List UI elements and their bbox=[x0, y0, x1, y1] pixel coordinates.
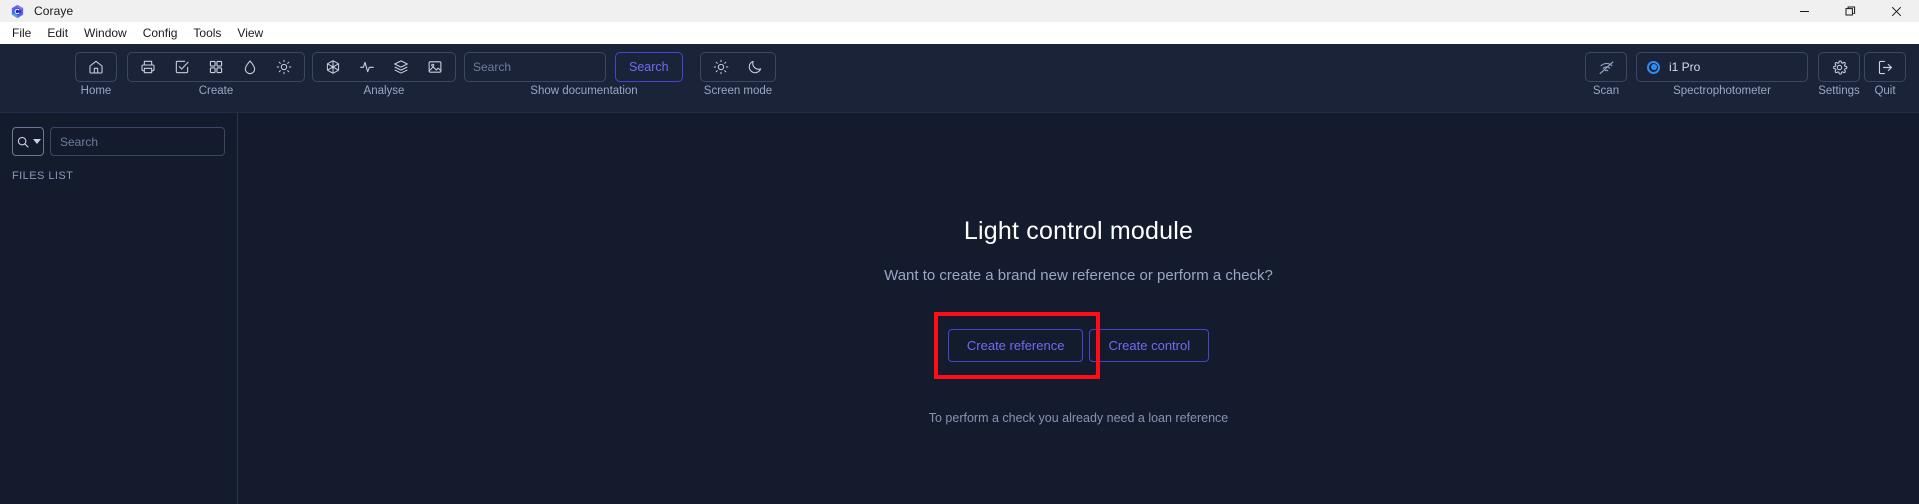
device-name: i1 Pro bbox=[1669, 60, 1701, 74]
home-group-box bbox=[75, 52, 117, 82]
toolbar-label-create: Create bbox=[198, 85, 234, 97]
sidebar-search-dropdown[interactable] bbox=[12, 127, 44, 156]
device-select[interactable]: i1 Pro bbox=[1636, 52, 1808, 82]
toolbar-group-settings: Settings bbox=[1818, 52, 1860, 97]
image-button[interactable] bbox=[418, 54, 452, 80]
toolbar-label-show-documentation: Show documentation bbox=[530, 85, 638, 97]
exit-icon[interactable] bbox=[1868, 54, 1902, 80]
gear-icon[interactable] bbox=[1822, 54, 1856, 80]
check-square-button[interactable] bbox=[165, 54, 199, 80]
create-control-button[interactable]: Create control bbox=[1089, 329, 1210, 362]
menu-item-view[interactable]: View bbox=[229, 24, 271, 42]
device-radio-icon bbox=[1647, 60, 1660, 74]
app-body: FILES LIST Light control module Want to … bbox=[0, 113, 1919, 504]
page-title: Light control module bbox=[963, 217, 1194, 245]
action-button-row: Create reference Create control bbox=[933, 312, 1210, 379]
window-title: Coraye bbox=[34, 4, 74, 18]
pulse-button[interactable] bbox=[350, 54, 384, 80]
toolbar-label-settings: Settings bbox=[1818, 85, 1860, 97]
toolbar-label-spectrophotometer: Spectrophotometer bbox=[1673, 85, 1771, 97]
create-group-box bbox=[127, 52, 305, 82]
close-icon[interactable] bbox=[1873, 0, 1919, 22]
toolbar-group-analyse: Analyse bbox=[312, 52, 456, 97]
toolbar-group-spectrophotometer: i1 Pro Spectrophotometer bbox=[1636, 52, 1808, 97]
toolbar-label-screen-mode: Screen mode bbox=[703, 85, 773, 97]
analyse-group-box bbox=[312, 52, 456, 82]
toolbar-group-create: Create bbox=[127, 52, 305, 97]
documentation-search-input[interactable] bbox=[464, 52, 606, 82]
files-list-label: FILES LIST bbox=[12, 170, 74, 182]
main-content: Light control module Want to create a br… bbox=[238, 113, 1919, 504]
main-toolbar: Home Create Analyse Search Search Show d… bbox=[0, 44, 1919, 113]
menu-item-edit[interactable]: Edit bbox=[39, 24, 76, 42]
toolbar-group-quit: Quit bbox=[1864, 52, 1906, 97]
light-mode-button[interactable] bbox=[704, 54, 738, 80]
quit-box bbox=[1864, 52, 1906, 82]
toolbar-label-quit: Quit bbox=[1874, 85, 1896, 97]
scan-disabled-icon[interactable] bbox=[1589, 54, 1623, 80]
cube-button[interactable] bbox=[316, 54, 350, 80]
search-icon bbox=[17, 136, 29, 148]
sidebar-search-input[interactable] bbox=[50, 127, 225, 156]
layers-button[interactable] bbox=[384, 54, 418, 80]
settings-box bbox=[1818, 52, 1860, 82]
menu-item-window[interactable]: Window bbox=[76, 24, 135, 42]
window-controls bbox=[1781, 0, 1919, 22]
toolbar-group-home: Home bbox=[75, 52, 117, 97]
print-button[interactable] bbox=[131, 54, 165, 80]
toolbar-label-analyse: Analyse bbox=[363, 85, 405, 97]
page-subtitle: Want to create a brand new reference or … bbox=[884, 267, 1273, 284]
sidebar: FILES LIST bbox=[0, 113, 238, 504]
sidebar-search-row bbox=[12, 127, 225, 156]
screen-mode-box bbox=[700, 52, 776, 82]
toolbar-label-scan: Scan bbox=[1592, 85, 1620, 97]
menu-item-file[interactable]: File bbox=[4, 24, 39, 42]
app-logo bbox=[0, 4, 34, 19]
window-titlebar: Coraye bbox=[0, 0, 1919, 22]
chevron-down-icon bbox=[32, 139, 41, 144]
create-reference-button[interactable]: Create reference bbox=[947, 329, 1084, 362]
documentation-search-button[interactable]: Search bbox=[615, 52, 683, 82]
menu-item-config[interactable]: Config bbox=[135, 24, 186, 42]
sun-button[interactable] bbox=[267, 54, 301, 80]
menubar: File Edit Window Config Tools View bbox=[0, 22, 1919, 44]
restore-icon[interactable] bbox=[1827, 0, 1873, 22]
dark-mode-button[interactable] bbox=[738, 54, 772, 80]
page-footer-note: To perform a check you already need a lo… bbox=[928, 411, 1229, 425]
toolbar-group-documentation: Search Show documentation bbox=[464, 52, 704, 97]
coraye-hexagon-logo-icon bbox=[10, 4, 25, 19]
menu-item-tools[interactable]: Tools bbox=[185, 24, 229, 42]
toolbar-group-scan: Scan bbox=[1585, 52, 1627, 97]
scan-box bbox=[1585, 52, 1627, 82]
toolbar-label-home: Home bbox=[80, 85, 112, 97]
minimize-icon[interactable] bbox=[1781, 0, 1827, 22]
home-button[interactable] bbox=[79, 54, 113, 80]
grid-button[interactable] bbox=[199, 54, 233, 80]
droplet-button[interactable] bbox=[233, 54, 267, 80]
toolbar-group-screen-mode: Screen mode bbox=[700, 52, 776, 97]
